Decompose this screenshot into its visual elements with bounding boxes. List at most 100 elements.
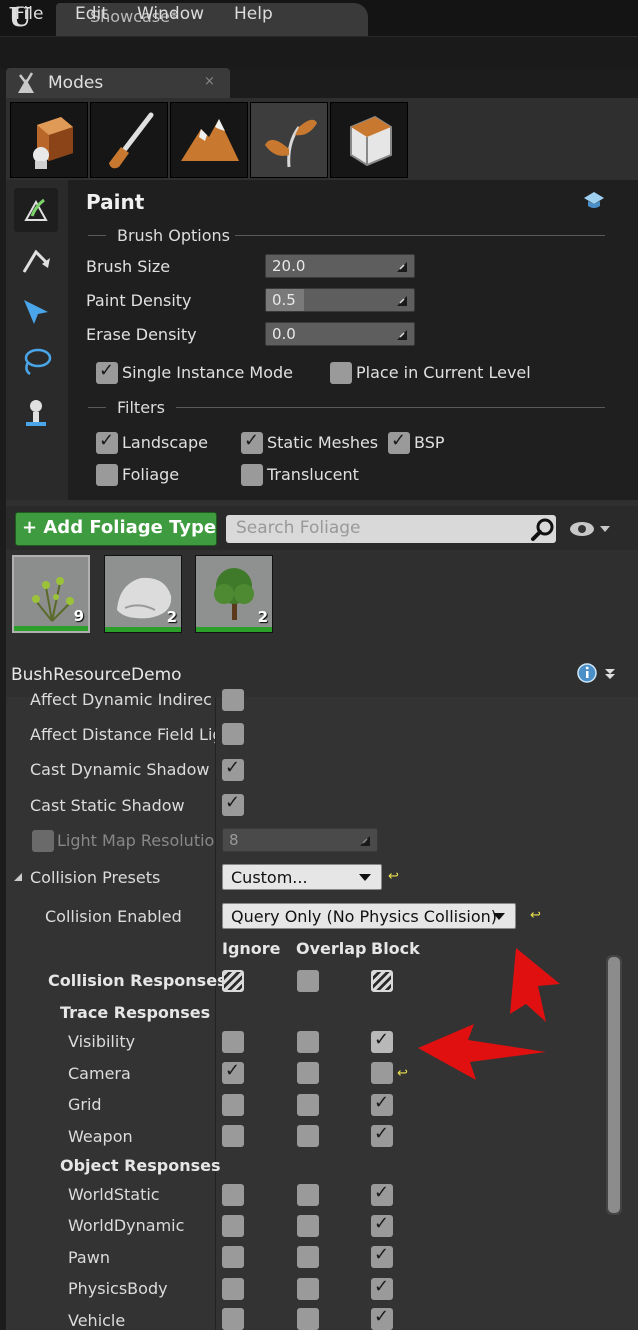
object-overlap-checkbox[interactable] — [297, 1278, 319, 1300]
place-mode-button[interactable] — [10, 102, 88, 178]
menu-file[interactable]: File — [15, 4, 43, 24]
brush-options-header: Brush Options — [117, 226, 230, 245]
object-block-checkbox[interactable] — [371, 1276, 393, 1300]
erase-density-value: 0.0 — [272, 325, 296, 343]
filter-foliage-checkbox[interactable] — [96, 464, 118, 486]
object-ignore-checkbox[interactable] — [222, 1246, 244, 1268]
place-current-level-checkbox[interactable] — [330, 362, 352, 384]
trace-ignore-checkbox[interactable] — [222, 1125, 244, 1147]
lasso-tool-button[interactable] — [14, 340, 58, 384]
affect-distance-field-label: Affect Distance Field Lighting — [30, 725, 215, 744]
trace-block-checkbox[interactable] — [371, 1092, 393, 1116]
menu-window[interactable]: Window — [137, 4, 204, 24]
object-ignore-checkbox[interactable] — [222, 1308, 244, 1330]
filter-landscape-checkbox[interactable] — [96, 430, 118, 454]
filter-static-meshes-checkbox[interactable] — [241, 430, 263, 454]
landscape-icon — [181, 119, 239, 161]
column-divider[interactable] — [215, 697, 216, 1330]
trace-overlap-checkbox[interactable] — [297, 1094, 319, 1116]
trace-overlap-checkbox[interactable] — [297, 1031, 319, 1053]
menu-help[interactable]: Help — [234, 4, 273, 24]
reapply-tool-button[interactable] — [14, 240, 58, 284]
cast-static-shadow-checkbox[interactable] — [222, 792, 244, 816]
object-overlap-checkbox[interactable] — [297, 1184, 319, 1206]
trace-overlap-checkbox[interactable] — [297, 1062, 319, 1084]
object-block-checkbox[interactable] — [371, 1213, 393, 1237]
reset-to-default-icon[interactable]: ↩ — [388, 869, 402, 884]
fill-tool-button[interactable] — [14, 390, 58, 434]
block-all-checkbox[interactable] — [371, 970, 393, 992]
collision-presets-dropdown[interactable]: Custom... — [222, 864, 382, 890]
object-block-checkbox[interactable] — [371, 1244, 393, 1268]
paint-density-field[interactable]: 0.5 — [265, 288, 415, 312]
trace-ignore-checkbox[interactable] — [222, 1094, 244, 1116]
filter-foliage-label: Foliage — [122, 465, 180, 484]
filters-header: Filters — [117, 398, 165, 417]
geometry-mode-button[interactable] — [330, 102, 408, 178]
single-instance-checkbox[interactable] — [96, 360, 118, 384]
object-ignore-checkbox[interactable] — [222, 1278, 244, 1300]
panel-title: Paint — [86, 190, 145, 214]
object-row-label: Pawn — [68, 1248, 110, 1267]
foliage-mode-button[interactable] — [250, 102, 328, 178]
trace-ignore-checkbox[interactable] — [222, 1031, 244, 1053]
paint-mode-button[interactable] — [90, 102, 168, 178]
collision-enabled-dropdown[interactable]: Query Only (No Physics Collision) — [222, 903, 516, 929]
info-icon[interactable] — [576, 662, 598, 684]
ignore-all-checkbox[interactable] — [222, 970, 244, 992]
collision-responses-label: Collision Responses — [48, 971, 227, 990]
object-block-checkbox[interactable] — [371, 1182, 393, 1206]
trace-row-label: Grid — [68, 1095, 102, 1114]
close-icon[interactable]: × — [204, 74, 215, 89]
trace-row-label: Weapon — [68, 1127, 133, 1146]
trace-overlap-checkbox[interactable] — [297, 1125, 319, 1147]
modes-icon — [18, 72, 34, 93]
landscape-mode-button[interactable] — [170, 102, 248, 178]
place-mode-icon — [33, 117, 73, 169]
trace-ignore-checkbox[interactable] — [222, 1060, 244, 1084]
object-overlap-checkbox[interactable] — [297, 1215, 319, 1237]
object-ignore-checkbox[interactable] — [222, 1215, 244, 1237]
object-overlap-checkbox[interactable] — [297, 1308, 319, 1330]
trace-block-checkbox[interactable] — [371, 1123, 393, 1147]
trace-responses-label: Trace Responses — [60, 1003, 211, 1022]
brush-size-value: 20.0 — [272, 257, 306, 275]
drag-handle-icon — [397, 330, 407, 340]
object-row-label: Vehicle — [68, 1311, 126, 1330]
foliage-icon — [265, 119, 317, 168]
light-map-resolution-override-checkbox[interactable] — [32, 830, 54, 852]
paint-tool-button[interactable] — [14, 188, 58, 232]
menu-edit[interactable]: Edit — [75, 4, 108, 24]
erase-density-label: Erase Density — [86, 325, 197, 344]
object-ignore-checkbox[interactable] — [222, 1184, 244, 1206]
filter-bsp-checkbox[interactable] — [388, 430, 410, 454]
object-block-checkbox[interactable] — [371, 1306, 393, 1330]
foliage-type-rock[interactable]: 2 — [104, 555, 182, 633]
filter-translucent-checkbox[interactable] — [241, 464, 263, 486]
object-overlap-checkbox[interactable] — [297, 1246, 319, 1268]
brush-size-field[interactable]: 20.0 — [265, 254, 415, 278]
search-icon[interactable] — [530, 516, 556, 542]
light-map-resolution-field[interactable]: 8 — [222, 828, 378, 852]
view-options-icon[interactable] — [568, 518, 612, 540]
trace-block-checkbox[interactable] — [371, 1029, 393, 1053]
collision-enabled-value: Query Only (No Physics Collision) — [231, 907, 498, 926]
trace-block-checkbox[interactable] — [371, 1062, 393, 1084]
cast-dynamic-shadow-checkbox[interactable] — [222, 757, 244, 781]
scrollbar-thumb[interactable] — [608, 957, 620, 1213]
expand-triangle-icon[interactable] — [12, 871, 24, 883]
affect-distance-field-checkbox[interactable] — [222, 723, 244, 745]
foliage-type-tree[interactable]: 2 — [195, 555, 273, 633]
foliage-type-bush[interactable]: 9 — [12, 555, 90, 633]
collapse-arrows-icon[interactable] — [603, 667, 617, 681]
add-foliage-type-text: Add Foliage Type — [43, 517, 217, 538]
help-icon[interactable] — [582, 190, 606, 212]
plus-icon: + — [22, 517, 38, 538]
place-current-level-label: Place in Current Level — [356, 363, 531, 382]
erase-density-field[interactable]: 0.0 — [265, 322, 415, 346]
cast-dynamic-shadow-label: Cast Dynamic Shadow — [30, 760, 210, 779]
overlap-all-checkbox[interactable] — [297, 970, 319, 992]
reset-to-default-icon[interactable]: ↩ — [530, 908, 544, 923]
select-tool-button[interactable] — [14, 290, 58, 334]
affect-dynamic-indirect-checkbox[interactable] — [222, 689, 244, 711]
